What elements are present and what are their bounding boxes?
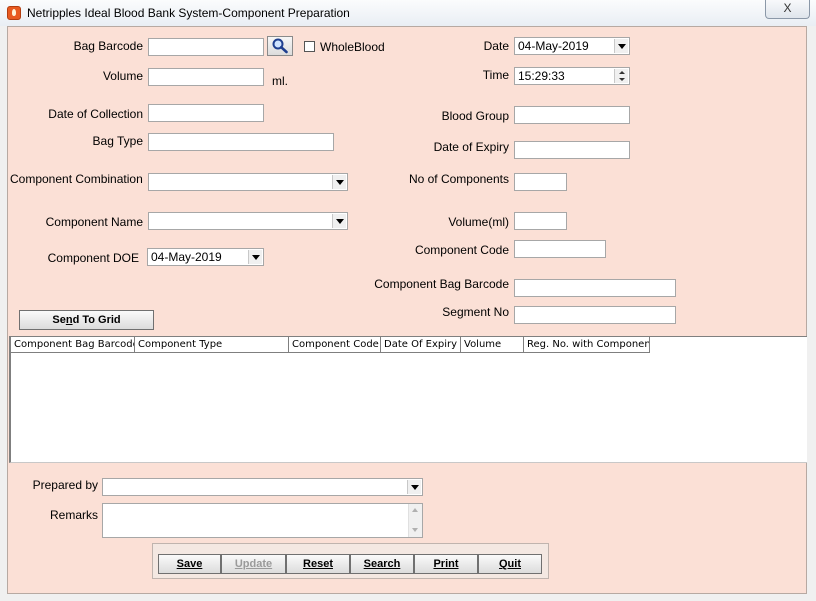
print-button[interactable]: Print: [414, 554, 478, 574]
print-label: Print: [433, 558, 459, 570]
blood-group-label: Blood Group: [441, 109, 509, 123]
no-of-components-label: No of Components: [408, 172, 509, 186]
date-of-collection-label: Date of Collection: [48, 107, 143, 121]
date-of-expiry-input[interactable]: [514, 141, 630, 159]
date-picker[interactable]: 04-May-2019: [514, 37, 630, 55]
grid-col-volume[interactable]: Volume: [461, 337, 524, 353]
bag-type-label: Bag Type: [92, 134, 143, 148]
component-name-select[interactable]: [148, 212, 348, 230]
update-button[interactable]: Update: [221, 554, 286, 574]
chevron-down-icon[interactable]: [332, 214, 346, 228]
quit-button[interactable]: Quit: [478, 554, 542, 574]
volume-ml-label: Volume(ml): [448, 215, 509, 229]
date-of-collection-input[interactable]: [148, 104, 264, 122]
chevron-down-icon[interactable]: [407, 480, 421, 494]
component-doe-label: Component DOE: [47, 251, 139, 265]
prepared-by-select[interactable]: [102, 478, 423, 496]
component-doe-value: 04-May-2019: [151, 250, 222, 264]
bag-barcode-input[interactable]: [148, 38, 264, 56]
app-drop-icon: [7, 6, 21, 20]
prepared-by-label: Prepared by: [32, 478, 98, 492]
date-of-expiry-label: Date of Expiry: [433, 140, 509, 154]
bag-barcode-label: Bag Barcode: [73, 39, 143, 53]
action-button-bar: Save Update Reset Search Print Quit: [152, 543, 549, 579]
magnifier-icon: [272, 38, 288, 54]
components-grid[interactable]: Component Bag Barcode Component Type Com…: [9, 336, 807, 463]
volume-unit-label: ml.: [272, 74, 288, 88]
date-value: 04-May-2019: [518, 39, 589, 53]
grid-col-component-type[interactable]: Component Type: [135, 337, 289, 353]
send-to-grid-label-mnemonic: n: [65, 314, 73, 326]
segment-no-input[interactable]: [514, 306, 676, 324]
volume-input[interactable]: [148, 68, 264, 86]
spin-up-icon[interactable]: [619, 71, 625, 74]
calendar-dropdown-icon[interactable]: [248, 250, 262, 264]
component-preparation-form: Bag Barcode WholeBlood Volume ml. Date o…: [7, 26, 807, 594]
bag-type-input[interactable]: [148, 133, 334, 151]
update-label: Update: [234, 558, 273, 570]
component-combination-select[interactable]: [148, 173, 348, 191]
grid-col-component-bag-barcode[interactable]: Component Bag Barcode: [11, 337, 135, 353]
component-name-label: Component Name: [45, 215, 143, 229]
time-spinner[interactable]: [614, 69, 628, 83]
grid-col-component-code[interactable]: Component Code: [289, 337, 381, 353]
component-bag-barcode-label: Component Bag Barcode: [374, 277, 509, 291]
save-label: Save: [176, 558, 203, 570]
chevron-down-icon[interactable]: [332, 175, 346, 189]
component-code-label: Component Code: [414, 243, 509, 257]
date-label: Date: [483, 39, 509, 53]
send-to-grid-button[interactable]: Send To Grid: [19, 310, 154, 330]
wholeblood-label: WholeBlood: [320, 40, 385, 54]
search-button[interactable]: Search: [350, 554, 414, 574]
remarks-textarea[interactable]: [102, 503, 423, 538]
component-doe-picker[interactable]: 04-May-2019: [147, 248, 264, 266]
save-button[interactable]: Save: [158, 554, 221, 574]
time-picker[interactable]: 15:29:33: [514, 67, 630, 85]
grid-col-reg-no-with-component[interactable]: Reg. No. with Component: [524, 337, 650, 353]
grid-header-row: Component Bag Barcode Component Type Com…: [11, 337, 650, 353]
title-bar: Netripples Ideal Blood Bank System-Compo…: [0, 0, 816, 26]
remarks-label: Remarks: [49, 508, 98, 522]
segment-no-label: Segment No: [442, 305, 509, 319]
reset-label: Reset: [303, 558, 333, 570]
send-to-grid-label-post: d To Grid: [72, 314, 121, 326]
scroll-up-icon[interactable]: [412, 508, 418, 512]
volume-label: Volume: [102, 69, 143, 83]
component-code-input[interactable]: [514, 240, 606, 258]
wholeblood-checkbox[interactable]: [304, 41, 315, 52]
grid-col-date-of-expiry[interactable]: Date Of Expiry: [381, 337, 461, 353]
close-button[interactable]: X: [765, 0, 810, 19]
component-bag-barcode-input[interactable]: [514, 279, 676, 297]
volume-ml-input[interactable]: [514, 212, 567, 230]
scroll-down-icon[interactable]: [412, 528, 418, 532]
calendar-dropdown-icon[interactable]: [614, 39, 628, 53]
time-label: Time: [482, 68, 509, 82]
search-label: Search: [363, 558, 401, 570]
time-value: 15:29:33: [518, 69, 565, 83]
remarks-scrollbar[interactable]: [408, 504, 422, 537]
quit-label: Quit: [499, 558, 521, 570]
search-bag-button[interactable]: [267, 36, 293, 56]
window-title: Netripples Ideal Blood Bank System-Compo…: [27, 6, 350, 20]
component-combination-label: Component Combination: [10, 172, 143, 186]
spin-down-icon[interactable]: [619, 78, 625, 81]
reset-button[interactable]: Reset: [286, 554, 350, 574]
blood-group-input[interactable]: [514, 106, 630, 124]
send-to-grid-label-pre: Se: [52, 314, 66, 326]
no-of-components-input[interactable]: [514, 173, 567, 191]
